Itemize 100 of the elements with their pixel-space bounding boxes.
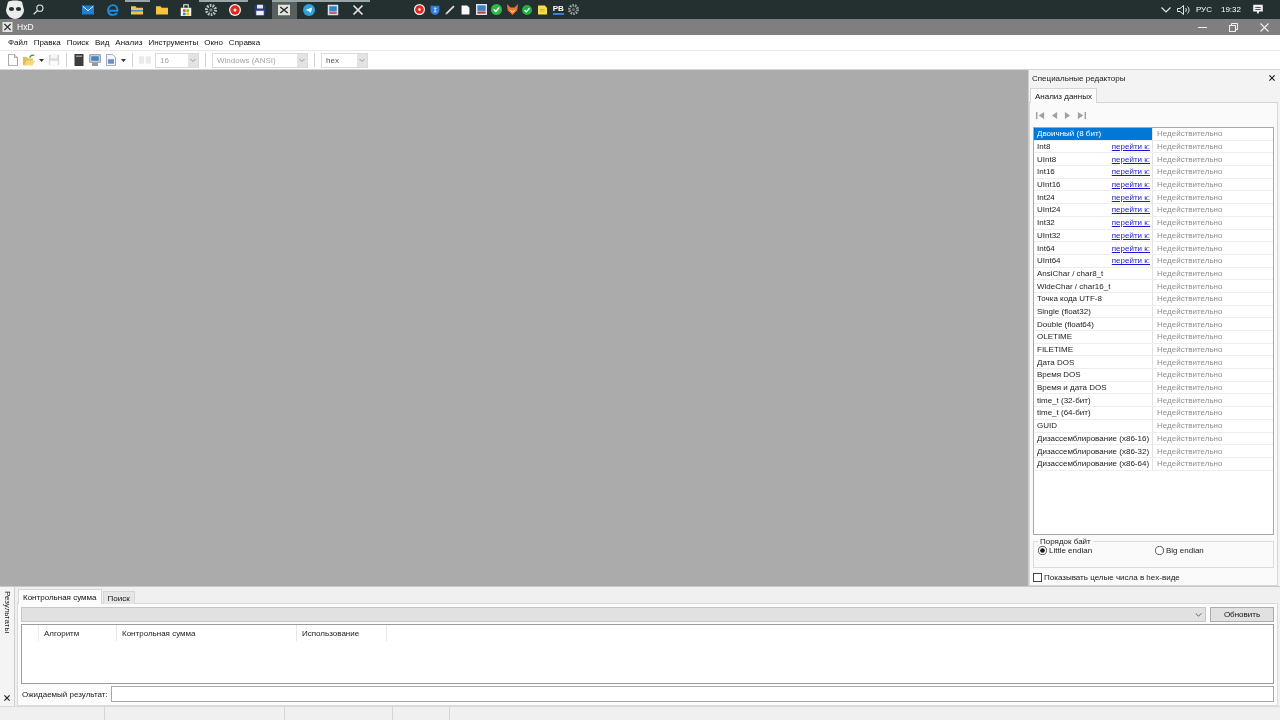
table-cell-text: Недействительно: [1156, 191, 1224, 204]
radio-icon[interactable]: [1038, 546, 1047, 555]
table-cell[interactable]: UInt8 перейти к:: [1034, 153, 1153, 166]
radio-option[interactable]: Little endian: [1038, 546, 1155, 555]
goto-link[interactable]: перейти к:: [1111, 243, 1150, 253]
shield-icon: [430, 3, 441, 16]
type-label: UInt64: [1037, 256, 1061, 266]
table-cell[interactable]: UInt64 перейти к:: [1034, 254, 1153, 267]
table-cell[interactable]: Int24 перейти к:: [1034, 191, 1153, 204]
table-cell[interactable]: Время и дата DOS: [1034, 381, 1153, 394]
close-icon[interactable]: [1269, 75, 1275, 81]
clock[interactable]: 19:32: [1220, 5, 1241, 14]
radio-icon[interactable]: [1155, 546, 1164, 555]
menu-item[interactable]: Окно: [201, 35, 226, 50]
skull-icon[interactable]: [4, 0, 26, 19]
document-icon[interactable]: [105, 54, 117, 66]
table-cell[interactable]: Single (float32): [1034, 305, 1153, 318]
type-label: Дата DOS: [1037, 357, 1075, 367]
notification-icon[interactable]: [1252, 4, 1264, 15]
table-cell-text: Недействительно: [1156, 356, 1224, 369]
column-header[interactable]: Использование: [297, 625, 387, 641]
book-icon[interactable]: [73, 54, 85, 66]
table-cell[interactable]: Double (float64): [1034, 318, 1153, 330]
table-cell[interactable]: UInt16 перейти к:: [1034, 178, 1153, 191]
checkbox-icon[interactable]: [1033, 572, 1042, 582]
note-icon: [538, 3, 548, 16]
radio-option[interactable]: Big endian: [1155, 546, 1269, 555]
table-cell[interactable]: FILETIME: [1034, 343, 1153, 356]
table-cell[interactable]: Дата DOS: [1034, 356, 1153, 369]
window-title: HxD: [17, 22, 34, 32]
checkbox-option[interactable]: Показывать целые числа в hex-виде: [1033, 572, 1180, 582]
table-cell[interactable]: Int16 перейти к:: [1034, 166, 1153, 178]
table-cell[interactable]: Время DOS: [1034, 369, 1153, 381]
goto-link[interactable]: перейти к:: [1111, 142, 1150, 152]
table-cell[interactable]: WideChar / char16_t: [1034, 280, 1153, 292]
table-cell[interactable]: Int32 перейти к:: [1034, 216, 1153, 229]
refresh-button[interactable]: Обновить: [1210, 607, 1274, 622]
tab[interactable]: Контрольная сумма: [18, 589, 102, 604]
goto-link[interactable]: перейти к:: [1111, 192, 1150, 202]
speaker-icon[interactable]: [1176, 4, 1190, 15]
close-icon[interactable]: [4, 695, 10, 701]
minimize-icon[interactable]: [1198, 26, 1207, 28]
caret-icon[interactable]: [39, 58, 44, 62]
goto-link[interactable]: перейти к:: [1111, 205, 1150, 215]
caret-icon[interactable]: [121, 58, 126, 62]
table-cell[interactable]: Int8 перейти к:: [1034, 140, 1153, 153]
table-cell-text: Недействительно: [1156, 242, 1224, 254]
table-cell-text: Недействительно: [1156, 331, 1224, 343]
app-icon: [2, 22, 13, 32]
table-cell[interactable]: AnsiChar / char8_t: [1034, 267, 1153, 280]
goto-link[interactable]: перейти к:: [1111, 180, 1150, 190]
tab[interactable]: Поиск: [102, 591, 135, 604]
table-cell-text: Недействительно: [1156, 179, 1224, 191]
table-cell-text: Недействительно: [1156, 128, 1224, 140]
search-icon[interactable]: [32, 4, 44, 15]
goto-link[interactable]: перейти к:: [1111, 218, 1150, 228]
chevron-icon[interactable]: [1160, 6, 1171, 13]
document-icon: [461, 3, 471, 16]
input-field[interactable]: [110, 686, 1274, 702]
restore-icon[interactable]: [1229, 22, 1238, 32]
table-cell[interactable]: GUID: [1034, 419, 1153, 432]
table-cell[interactable]: Int64 перейти к:: [1034, 242, 1153, 254]
dropdown[interactable]: hex: [321, 52, 368, 68]
menu-item[interactable]: Поиск: [63, 35, 92, 50]
goto-link[interactable]: перейти к:: [1111, 154, 1150, 164]
table-cell-text: Недействительно: [1156, 394, 1224, 407]
type-label: FILETIME: [1037, 345, 1073, 355]
menu-item[interactable]: Файл: [5, 35, 31, 50]
type-label: Single (float32): [1037, 306, 1091, 316]
table-cell-text: Недействительно: [1156, 445, 1224, 457]
menu-item[interactable]: Инструменты: [145, 35, 202, 50]
menu-item[interactable]: Вид: [91, 35, 113, 50]
taskbar-button[interactable]: [272, 0, 297, 19]
tab[interactable]: Анализ данных: [1030, 88, 1097, 103]
type-label: AnsiChar / char8_t: [1037, 268, 1104, 278]
table-cell[interactable]: time_t (64-бит): [1034, 407, 1153, 419]
column-header[interactable]: Контрольная сумма: [117, 625, 297, 641]
column-header[interactable]: Алгоритм: [39, 625, 117, 641]
open-folder-icon[interactable]: [23, 54, 35, 66]
goto-link[interactable]: перейти к:: [1111, 230, 1150, 240]
goto-link[interactable]: перейти к:: [1111, 167, 1150, 177]
type-label: Double (float64): [1037, 319, 1094, 329]
table-cell[interactable]: time_t (32-бит): [1034, 394, 1153, 407]
table-cell-text: Недействительно: [1156, 369, 1224, 381]
table-cell-text: Недействительно: [1156, 255, 1224, 267]
table-cell[interactable]: Точка кода UTF-8: [1034, 292, 1153, 305]
folder-icon: [155, 3, 168, 16]
table-cell[interactable]: Двоичный (8 бит): [1034, 128, 1153, 140]
type-label: Время и дата DOS: [1037, 383, 1107, 393]
menu-item[interactable]: Анализ: [112, 35, 146, 50]
table-cell[interactable]: UInt32 перейти к:: [1034, 229, 1153, 242]
menu-item[interactable]: Правка: [30, 35, 64, 50]
type-label: Int8: [1037, 142, 1051, 152]
table-cell[interactable]: UInt24 перейти к:: [1034, 204, 1153, 216]
goto-link[interactable]: перейти к:: [1111, 256, 1150, 266]
computer-icon[interactable]: [89, 54, 101, 66]
language-indicator[interactable]: РУС: [1195, 5, 1212, 14]
table-cell[interactable]: OLETIME: [1034, 331, 1153, 343]
type-label: UInt8: [1037, 154, 1057, 164]
menu-item[interactable]: Справка: [225, 35, 264, 50]
